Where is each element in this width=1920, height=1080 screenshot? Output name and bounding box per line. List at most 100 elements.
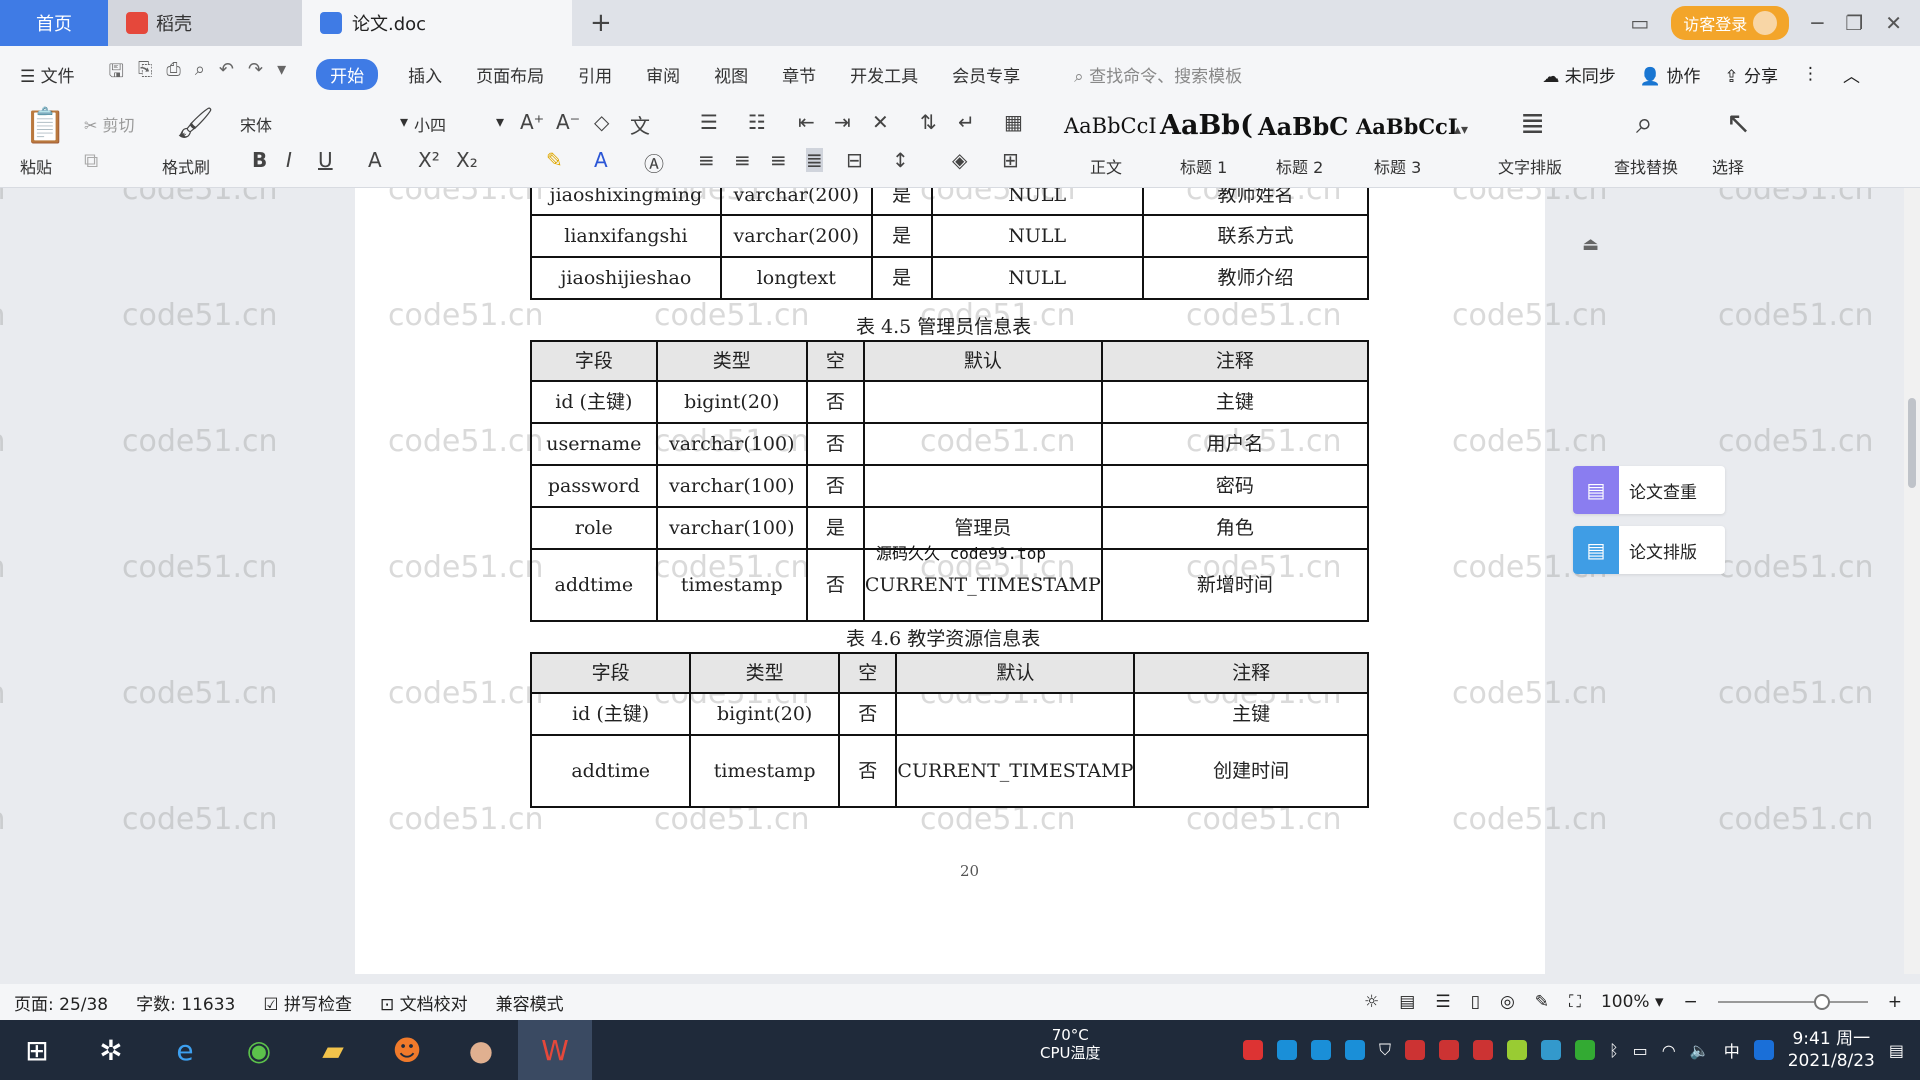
- menu-references[interactable]: 引用: [578, 62, 612, 87]
- notification-icon[interactable]: ▤: [1889, 1041, 1904, 1060]
- spell-check-toggle[interactable]: ☑ 拼写检查: [263, 990, 352, 1015]
- underline-icon[interactable]: U: [318, 148, 333, 172]
- command-search[interactable]: ⌕ 查找命令、搜索模板: [1074, 62, 1242, 87]
- windows-start-icon[interactable]: ⊞: [0, 1020, 74, 1080]
- eye-protection-icon[interactable]: ☼: [1364, 992, 1379, 1012]
- tray-app-icon[interactable]: [1243, 1040, 1264, 1060]
- battery-icon[interactable]: ▭: [1633, 1041, 1648, 1060]
- redo-icon[interactable]: ↷: [248, 59, 263, 89]
- paste-icon[interactable]: 📋: [24, 106, 66, 146]
- undo-icon[interactable]: ↶: [219, 59, 234, 89]
- app-photo-icon[interactable]: ●: [444, 1020, 518, 1080]
- clock[interactable]: 9:41 周一 2021/8/23: [1788, 1028, 1875, 1072]
- cursor-select-icon[interactable]: ↖: [1726, 106, 1751, 141]
- file-menu[interactable]: ☰ 文件: [20, 62, 75, 87]
- cpu-temp-widget[interactable]: 70°C CPU温度: [1040, 1026, 1101, 1062]
- table-grid-icon[interactable]: ▦: [1004, 110, 1023, 134]
- zoom-slider-knob[interactable]: [1813, 994, 1830, 1010]
- chinese-layout-icon[interactable]: ✕: [872, 110, 889, 134]
- proofread-button[interactable]: ⊡ 文档校对: [380, 990, 468, 1015]
- styles-expand-icon[interactable]: ▴▾: [1454, 122, 1468, 138]
- menu-member[interactable]: 会员专享: [952, 62, 1020, 87]
- font-select-chevron-icon[interactable]: ▾: [400, 112, 408, 131]
- font-size-select[interactable]: 小四: [414, 112, 446, 136]
- font-select[interactable]: 宋体: [240, 112, 410, 136]
- highlight-icon[interactable]: ✎: [546, 148, 563, 172]
- strikethrough-icon[interactable]: A: [368, 148, 382, 172]
- style-normal-sample[interactable]: AaBbCcI: [1064, 114, 1157, 138]
- increase-indent-icon[interactable]: ⇥: [834, 110, 851, 134]
- search-tray-icon[interactable]: [1753, 1040, 1774, 1060]
- menu-start[interactable]: 开始: [316, 58, 379, 90]
- web-view-icon[interactable]: ◎: [1500, 992, 1515, 1012]
- numbered-list-icon[interactable]: ☷: [748, 110, 766, 134]
- print-icon[interactable]: ⎙: [166, 59, 180, 89]
- style-heading3-sample[interactable]: AaBbCcI: [1356, 114, 1458, 139]
- volume-icon[interactable]: 🔈: [1690, 1041, 1710, 1060]
- word-count[interactable]: 字数: 11633: [136, 990, 235, 1015]
- tray-app-icon[interactable]: [1473, 1040, 1494, 1060]
- wifi-icon[interactable]: ◠: [1662, 1041, 1676, 1060]
- bullet-list-icon[interactable]: ☰: [700, 110, 718, 134]
- border-icon[interactable]: ⊞: [1002, 148, 1019, 172]
- phonetic-icon[interactable]: 文: [630, 110, 650, 139]
- more-icon[interactable]: ⋮: [1802, 64, 1819, 84]
- italic-icon[interactable]: I: [286, 148, 292, 172]
- visitor-login-button[interactable]: 访客登录: [1671, 6, 1790, 40]
- zoom-out-icon[interactable]: −: [1684, 992, 1698, 1012]
- read-view-icon[interactable]: ▯: [1471, 992, 1480, 1012]
- export-icon[interactable]: ⎘: [138, 59, 152, 89]
- save-icon[interactable]: 🖫: [109, 59, 124, 89]
- bold-icon[interactable]: B: [252, 148, 267, 172]
- new-tab-button[interactable]: +: [572, 0, 630, 46]
- zoom-slider[interactable]: [1717, 994, 1868, 1010]
- distribute-icon[interactable]: ⊟: [846, 148, 863, 172]
- grow-font-icon[interactable]: A⁺: [520, 110, 544, 134]
- minimize-icon[interactable]: ─: [1811, 11, 1823, 35]
- vertical-scrollbar[interactable]: [1904, 188, 1920, 974]
- outline-view-icon[interactable]: ☰: [1435, 992, 1450, 1012]
- app-avatar-icon[interactable]: ☻: [370, 1020, 444, 1080]
- restore-icon[interactable]: ❐: [1845, 11, 1863, 35]
- clear-format-icon[interactable]: ◇: [594, 110, 609, 134]
- paste-button[interactable]: 粘贴: [20, 154, 52, 178]
- tray-app-icon[interactable]: [1345, 1040, 1366, 1060]
- collapse-ribbon-icon[interactable]: ︿: [1843, 62, 1860, 87]
- layout-icon[interactable]: ▭: [1630, 11, 1649, 35]
- browser-360-icon[interactable]: ◉: [222, 1020, 296, 1080]
- preview-icon[interactable]: ⌕: [195, 59, 205, 89]
- zoom-select[interactable]: 100% ▾: [1601, 992, 1664, 1012]
- sync-button[interactable]: ☁ 未同步: [1542, 62, 1615, 87]
- text-layout-button[interactable]: 文字排版: [1498, 154, 1562, 178]
- tray-app-icon[interactable]: [1575, 1040, 1596, 1060]
- style-heading2-sample[interactable]: AaBbC: [1258, 112, 1348, 141]
- share-button[interactable]: ⇪ 分享: [1724, 62, 1778, 87]
- fit-page-icon[interactable]: ⛶: [1569, 992, 1581, 1012]
- file-explorer-icon[interactable]: ▰: [296, 1020, 370, 1080]
- cut-button[interactable]: ✂ 剪切: [84, 112, 135, 136]
- text-layout-icon[interactable]: ≣: [1520, 106, 1545, 141]
- tab-home[interactable]: 首页: [0, 0, 108, 46]
- sort-icon[interactable]: ⇅: [920, 110, 937, 134]
- show-marks-icon[interactable]: ↵: [958, 110, 975, 134]
- tab-daoke[interactable]: 稻壳: [108, 0, 302, 46]
- pen-icon[interactable]: ✎: [1535, 992, 1549, 1012]
- tray-app-icon[interactable]: [1405, 1040, 1426, 1060]
- shield-icon[interactable]: ⛉: [1379, 1040, 1391, 1060]
- shading-icon[interactable]: ◈: [952, 148, 967, 172]
- char-border-icon[interactable]: Ⓐ: [644, 148, 664, 177]
- shrink-font-icon[interactable]: A⁻: [556, 110, 580, 134]
- ie-browser-icon[interactable]: e: [148, 1020, 222, 1080]
- menu-developer[interactable]: 开发工具: [850, 62, 918, 87]
- tray-app-icon[interactable]: [1277, 1040, 1298, 1060]
- superscript-icon[interactable]: X²: [418, 148, 440, 172]
- copy-icon[interactable]: ⧉: [84, 148, 98, 172]
- menu-review[interactable]: 审阅: [646, 62, 680, 87]
- tray-app-icon[interactable]: [1311, 1040, 1332, 1060]
- font-size-chevron-icon[interactable]: ▾: [496, 112, 504, 131]
- menu-insert[interactable]: 插入: [408, 62, 442, 87]
- zoom-in-icon[interactable]: +: [1888, 992, 1902, 1012]
- chevron-down-icon[interactable]: ▾: [277, 59, 286, 89]
- search-icon[interactable]: ⌕: [1636, 106, 1653, 141]
- menu-view[interactable]: 视图: [714, 62, 748, 87]
